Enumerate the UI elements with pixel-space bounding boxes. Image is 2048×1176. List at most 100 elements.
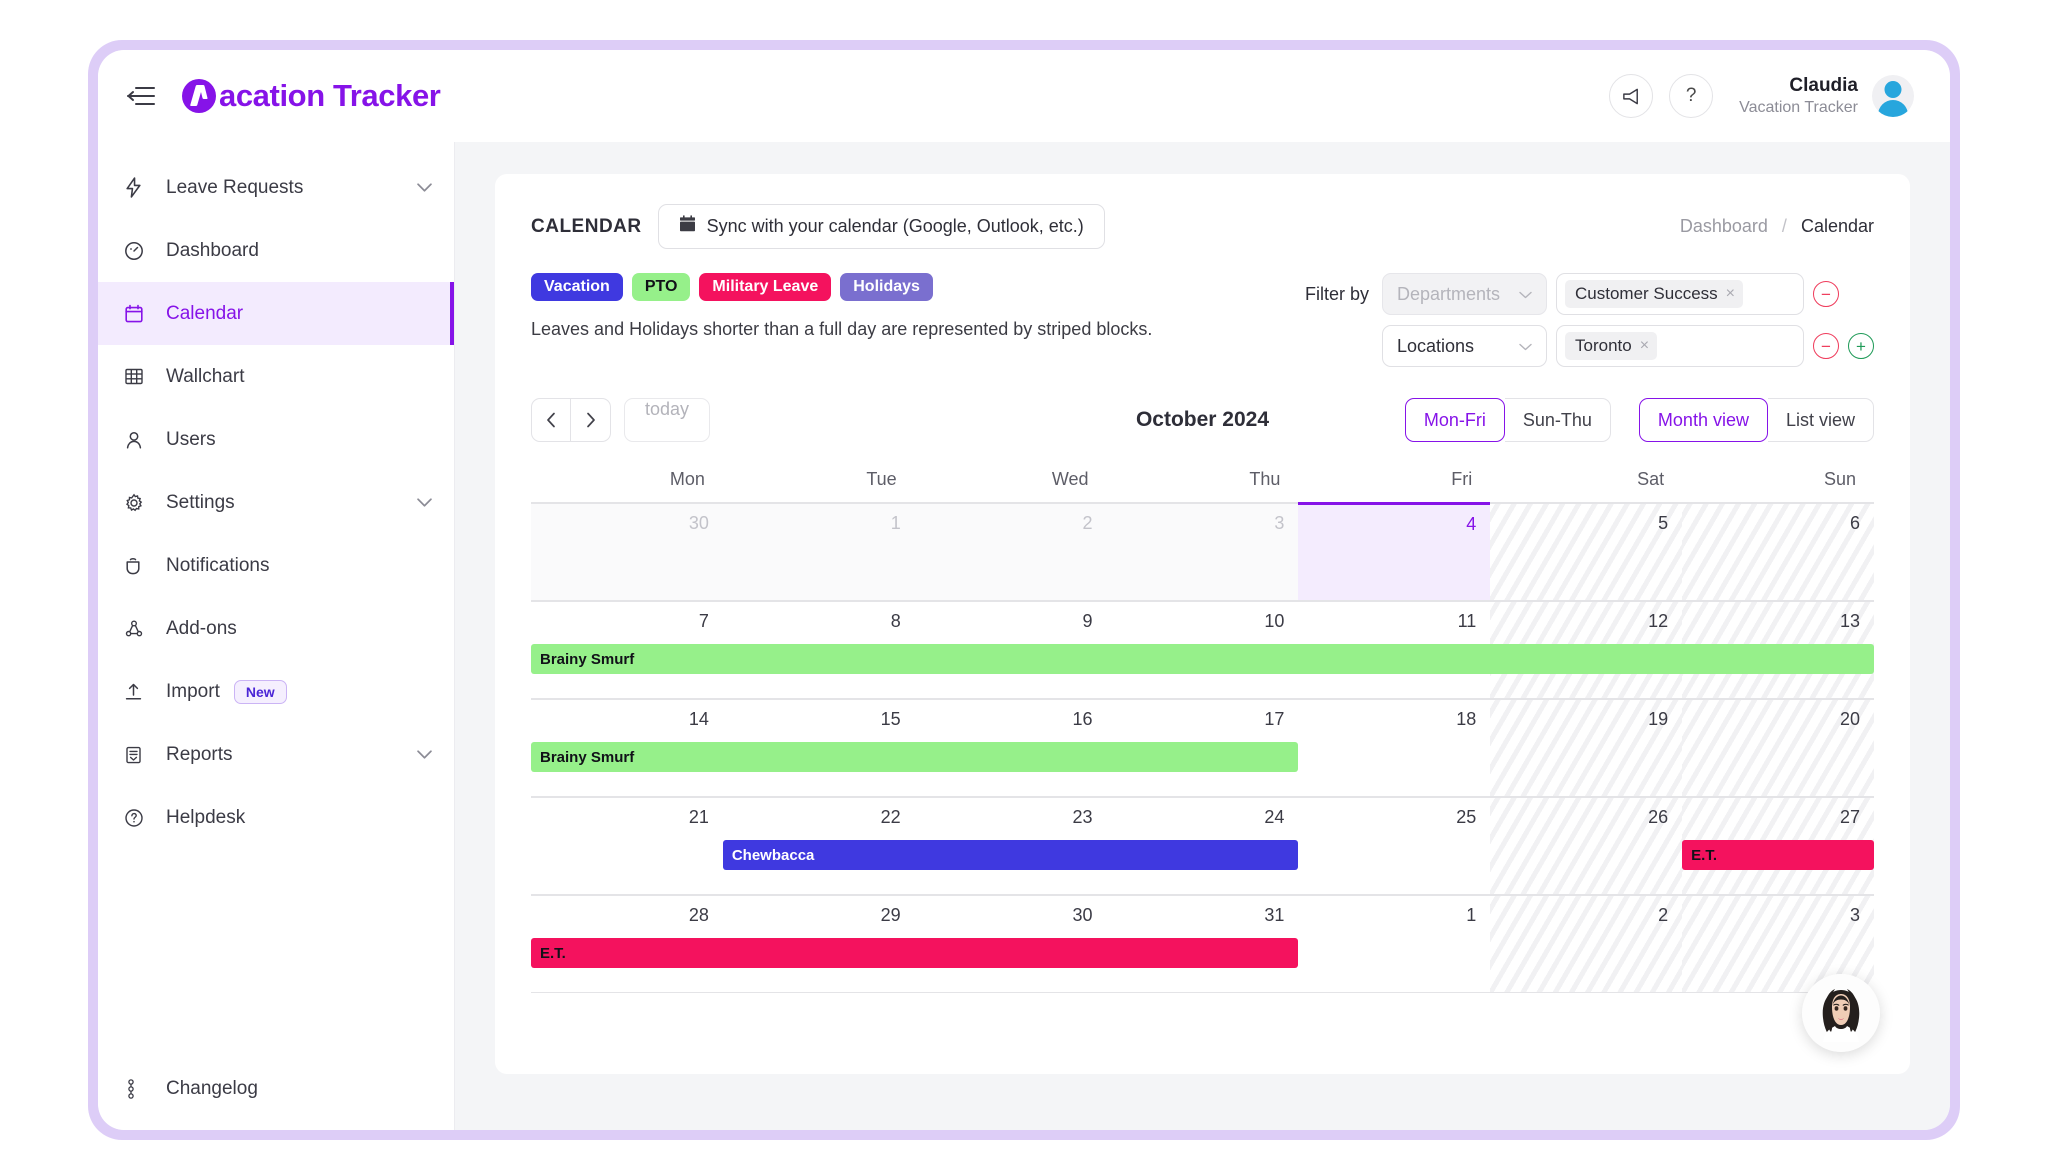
calendar-day-cell[interactable]: 6 (1682, 502, 1874, 600)
sidebar-collapse-icon[interactable] (126, 83, 156, 109)
legend-chip-vacation[interactable]: Vacation (531, 273, 623, 301)
week-mode-sun-thu[interactable]: Sun-Thu (1504, 398, 1611, 442)
calendar-day-cell[interactable]: 5 (1490, 502, 1683, 600)
dow-sat: Sat (1637, 469, 1665, 489)
locations-select[interactable]: Locations (1382, 325, 1547, 367)
top-bar-actions: ? Claudia Vacation Tracker (1609, 74, 1914, 119)
sidebar-item-leave-requests[interactable]: Leave Requests (98, 156, 454, 219)
calendar-day-cell[interactable]: 2 (914, 502, 1107, 600)
day-of-week-header: Mon Tue Wed Thu Fri Sat Sun (531, 469, 1874, 502)
add-filter-row-button[interactable]: + (1848, 333, 1874, 359)
current-month-label: October 2024 (1135, 408, 1270, 431)
legend-chip-military-leave[interactable]: Military Leave (699, 273, 832, 301)
view-mode-list[interactable]: List view (1767, 398, 1874, 442)
user-menu[interactable]: Claudia Vacation Tracker (1739, 74, 1914, 119)
sidebar-item-label: Users (166, 428, 216, 450)
next-month-button[interactable] (571, 398, 611, 442)
day-number: 31 (1264, 905, 1285, 925)
calendar-day-cell[interactable]: 18 (1298, 698, 1491, 796)
calendar-day-cell[interactable]: 21 (531, 796, 723, 894)
departments-select[interactable]: Departments (1382, 273, 1547, 315)
legend-chip-holidays[interactable]: Holidays (840, 273, 933, 301)
day-number: 6 (1849, 513, 1860, 533)
user-name: Claudia (1789, 74, 1858, 96)
breadcrumb-parent[interactable]: Dashboard (1680, 216, 1768, 236)
calendar-event-bar[interactable]: E.T. (1682, 840, 1874, 870)
sidebar-item-label: Notifications (166, 554, 270, 576)
sidebar-item-reports[interactable]: Reports (98, 723, 454, 786)
sidebar-item-add-ons[interactable]: Add-ons (98, 597, 454, 660)
calendar-day-cell[interactable]: 1 (722, 502, 915, 600)
sidebar-item-users[interactable]: Users (98, 408, 454, 471)
sidebar-item-calendar[interactable]: Calendar (98, 282, 454, 345)
sync-calendar-button[interactable]: Sync with your calendar (Google, Outlook… (657, 204, 1105, 249)
import-new-badge: New (233, 679, 287, 704)
calendar-event-bar[interactable]: Chewbacca (722, 840, 1299, 870)
user-info: Claudia Vacation Tracker (1739, 74, 1858, 119)
sidebar-item-notifications[interactable]: Notifications (98, 534, 454, 597)
week-mode-mon-fri[interactable]: Mon-Fri (1404, 398, 1505, 442)
calendar-day-cell[interactable]: 25 (1298, 796, 1491, 894)
chevron-down-icon[interactable] (417, 498, 432, 507)
brand-name: acation Tracker (219, 78, 441, 113)
calendar-day-cell[interactable]: 19 (1490, 698, 1683, 796)
day-number: 23 (1072, 807, 1093, 827)
megaphone-icon[interactable] (1609, 74, 1654, 118)
prev-month-button[interactable] (531, 398, 571, 442)
day-number: 2 (1658, 905, 1669, 925)
day-number: 19 (1648, 709, 1669, 729)
view-mode-month[interactable]: Month view (1638, 398, 1768, 442)
calendar-day-cell[interactable]: 3 (1106, 502, 1299, 600)
calendar-icon (124, 304, 154, 324)
day-number: 11 (1457, 611, 1477, 631)
view-mode-toggle: Month view List view (1638, 398, 1874, 442)
calendar-day-cell[interactable]: 1 (1298, 894, 1491, 992)
chevron-down-icon[interactable] (417, 750, 432, 759)
sidebar-item-label: Wallchart (166, 365, 245, 387)
remove-filter-row-button[interactable]: − (1813, 333, 1839, 359)
calendar-day-cell[interactable]: 20 (1682, 698, 1874, 796)
day-number: 1 (890, 513, 901, 533)
sidebar-item-settings[interactable]: Settings (98, 471, 454, 534)
main-content: CALENDAR Sync with your calendar (Google… (455, 142, 1950, 1130)
sidebar-item-label: Leave Requests (166, 176, 304, 198)
sidebar-item-wallchart[interactable]: Wallchart (98, 345, 454, 408)
close-icon[interactable]: × (1640, 337, 1649, 355)
calendar-event-bar[interactable]: Brainy Smurf (531, 742, 1299, 772)
day-number: 22 (880, 807, 901, 827)
dow-wed: Wed (1051, 469, 1089, 489)
day-number: 30 (688, 513, 709, 533)
chevron-down-icon (1519, 287, 1532, 302)
support-chat-button[interactable] (1802, 974, 1880, 1052)
calendar-day-cell[interactable]: 26 (1490, 796, 1683, 894)
day-number: 25 (1456, 807, 1477, 827)
day-number: 7 (698, 611, 709, 631)
calendar-week-row: 7 8 9 10 11 12 13 Brainy Smurf (531, 600, 1874, 698)
sidebar-item-helpdesk[interactable]: Helpdesk (98, 786, 454, 849)
help-icon[interactable]: ? (1669, 74, 1714, 118)
today-button[interactable]: today (624, 398, 711, 442)
calendar-event-bar[interactable]: Brainy Smurf (531, 644, 1874, 674)
calendar-day-cell[interactable]: 2 (1490, 894, 1683, 992)
legend-chip-pto[interactable]: PTO (631, 273, 691, 301)
avatar[interactable] (1872, 75, 1914, 117)
brand-logo[interactable]: acation Tracker (182, 78, 441, 114)
sidebar-item-dashboard[interactable]: Dashboard (98, 219, 454, 282)
close-icon[interactable]: × (1726, 285, 1735, 303)
chevron-down-icon (1519, 339, 1532, 354)
day-number: 12 (1648, 611, 1669, 631)
day-number: 24 (1264, 807, 1285, 827)
remove-filter-row-button[interactable]: − (1813, 281, 1839, 307)
departments-tag-box[interactable]: Customer Success × (1556, 273, 1804, 315)
calendar-day-cell[interactable]: 30 (531, 502, 723, 600)
sidebar-item-import[interactable]: Import New (98, 660, 454, 723)
locations-tag-box[interactable]: Toronto × (1556, 325, 1804, 367)
calendar-event-bar[interactable]: E.T. (531, 938, 1299, 968)
sidebar-item-changelog[interactable]: Changelog (98, 1057, 454, 1120)
chevron-down-icon[interactable] (417, 183, 432, 192)
filter-row-spacer (1848, 281, 1874, 307)
sync-calendar-label: Sync with your calendar (Google, Outlook… (706, 216, 1084, 236)
calendar-day-cell[interactable]: 4 (1298, 502, 1491, 600)
day-number: 13 (1839, 611, 1860, 631)
calendar-nav-group (531, 398, 611, 442)
